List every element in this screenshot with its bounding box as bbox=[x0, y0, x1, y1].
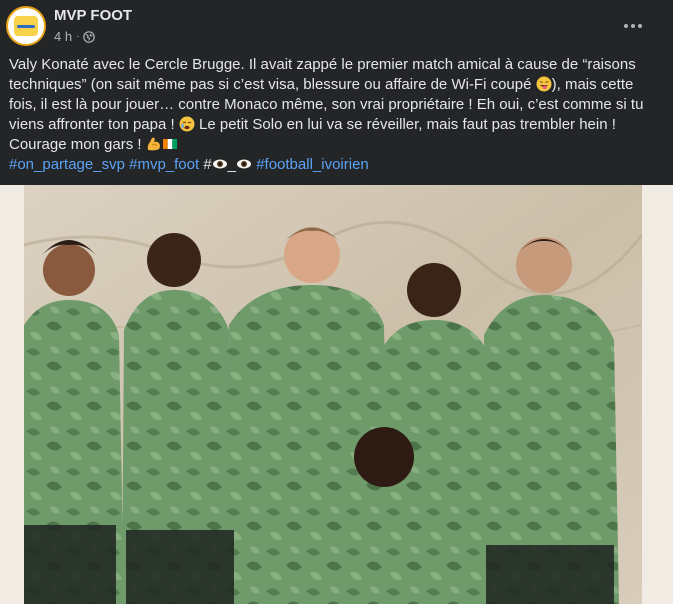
hashtag-football-ivoirien[interactable]: #football_ivoirien bbox=[256, 156, 369, 173]
caption-text: Valy Konaté avec le Cercle Brugge. Il av… bbox=[9, 55, 664, 155]
more-options-button[interactable] bbox=[619, 12, 647, 40]
post-timestamp[interactable]: 4 h bbox=[54, 29, 72, 44]
hashtag-on-partage-svp[interactable]: #on_partage_svp bbox=[9, 156, 125, 173]
post-header: MVP FOOT 4 h · bbox=[0, 0, 673, 52]
team-photo[interactable] bbox=[24, 185, 642, 604]
facebook-post: MVP FOOT 4 h · Valy Konaté avec le Cercl… bbox=[0, 0, 673, 604]
hashtag-eyes: # _ bbox=[203, 156, 252, 173]
eye-emoji-icon bbox=[212, 159, 227, 169]
avatar-logo bbox=[14, 16, 38, 36]
eyes-separator: _ bbox=[227, 156, 237, 173]
page-avatar[interactable] bbox=[6, 6, 46, 46]
globe-icon[interactable] bbox=[83, 30, 96, 43]
post-meta: 4 h · bbox=[54, 29, 96, 44]
hash-prefix: # bbox=[203, 156, 212, 173]
hashtag-mvp-foot[interactable]: #mvp_foot bbox=[129, 156, 199, 173]
more-options-icon bbox=[624, 24, 642, 28]
crying-emoji-icon bbox=[179, 116, 195, 132]
ivory-coast-flag-emoji-icon bbox=[162, 139, 177, 149]
tongue-emoji-icon bbox=[536, 76, 552, 92]
eye-emoji-icon bbox=[237, 159, 252, 169]
meta-separator: · bbox=[76, 31, 80, 42]
flexed-biceps-emoji-icon bbox=[147, 137, 160, 151]
hashtag-line: #on_partage_svp #mvp_foot # _ #football_i… bbox=[9, 155, 664, 175]
post-caption: Valy Konaté avec le Cercle Brugge. Il av… bbox=[9, 55, 664, 175]
post-photo-container[interactable] bbox=[0, 185, 673, 604]
page-name[interactable]: MVP FOOT bbox=[54, 7, 132, 24]
